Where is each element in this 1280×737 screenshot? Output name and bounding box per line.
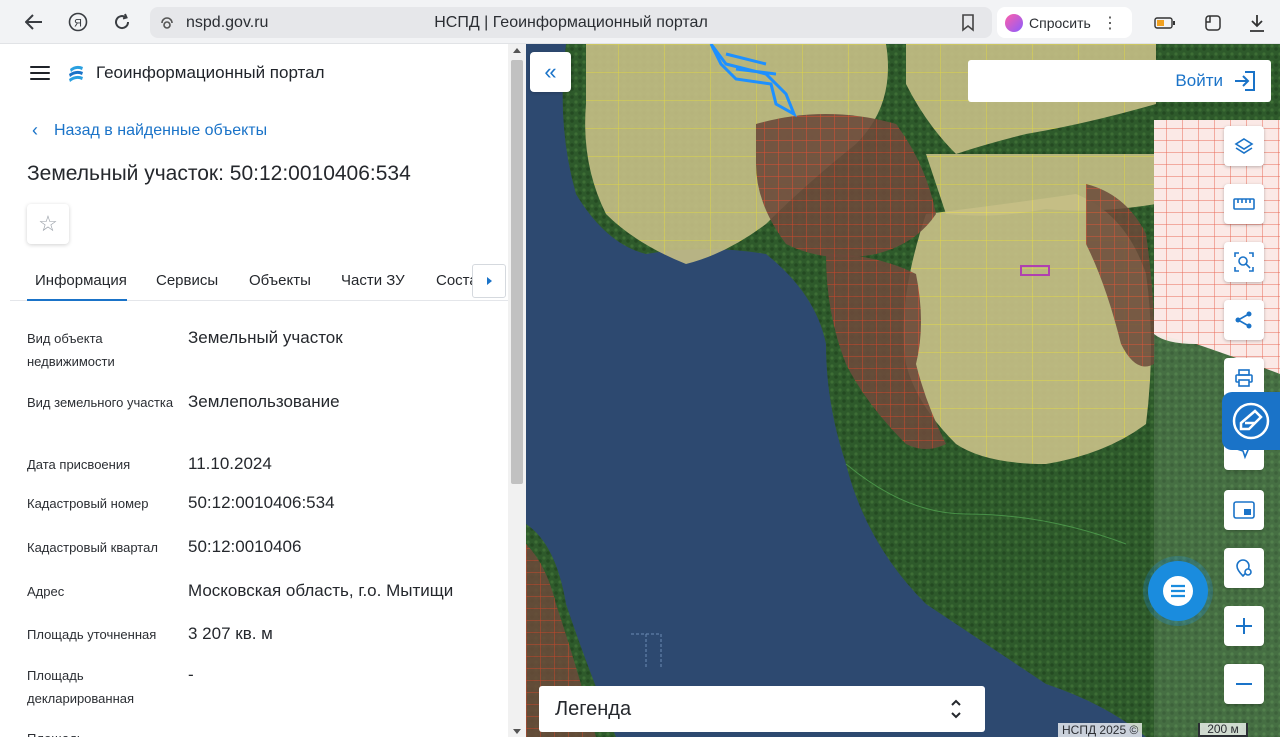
print-icon	[1235, 369, 1253, 387]
chat-icon	[1163, 576, 1193, 606]
collapse-panel-button[interactable]: «	[530, 52, 571, 92]
ruler-button[interactable]	[1224, 184, 1264, 224]
property-label: Вид земельного участка	[27, 395, 174, 410]
alice-icon	[1005, 13, 1023, 32]
select-area-icon	[1234, 252, 1254, 272]
chevron-left-icon: ‹	[32, 120, 38, 140]
scroll-up-icon[interactable]	[513, 48, 521, 53]
location-button[interactable]	[1224, 548, 1264, 588]
object-info-panel: Геоинформационный портал ‹ Назад в найде…	[10, 44, 526, 737]
star-icon: ☆	[38, 211, 58, 236]
portal-name[interactable]: Геоинформационный портал	[96, 63, 325, 83]
gosuslugi-feedback-button[interactable]	[1222, 392, 1280, 450]
login-icon[interactable]	[1233, 70, 1257, 92]
reload-icon[interactable]	[104, 4, 140, 40]
property-label: Вид объекта недвижимости	[27, 331, 115, 369]
tab-services[interactable]: Сервисы	[156, 264, 218, 301]
map-copyright: НСПД 2025 ©	[1058, 723, 1143, 737]
login-label[interactable]: Войти	[1175, 71, 1223, 91]
property-label: Кадастровый квартал	[27, 540, 158, 555]
share-button[interactable]	[1224, 300, 1264, 340]
zoom-in-icon	[1236, 618, 1252, 634]
page-title-text: НСПД | Геоинформационный портал	[434, 13, 708, 31]
layers-button[interactable]	[1224, 126, 1264, 166]
property-value: Московская область, г.о. Мытищи	[188, 581, 454, 600]
portal-header: Геоинформационный портал	[10, 44, 508, 102]
chevron-updown-icon	[951, 699, 961, 719]
portal-logo-icon	[69, 65, 83, 82]
url-text[interactable]: nspd.gov.ru	[186, 14, 268, 32]
ask-button[interactable]: Спросить ⋮	[997, 7, 1132, 38]
tab-information[interactable]: Информация	[27, 264, 127, 301]
panel-scrollbar[interactable]	[508, 44, 526, 737]
ruler-icon	[1233, 198, 1255, 210]
download-icon[interactable]	[1246, 12, 1268, 34]
ask-label: Спросить	[1029, 14, 1091, 31]
battery-icon[interactable]	[1154, 12, 1176, 34]
share-icon	[1235, 311, 1252, 329]
browser-toolbar: Я nspd.gov.ru НСПД | Геоинформационный п…	[0, 0, 1280, 44]
scrollbar-thumb[interactable]	[511, 60, 523, 484]
legend-label: Легенда	[555, 697, 632, 720]
object-title: Земельный участок: 50:12:0010406:534	[27, 162, 411, 185]
property-value: 50:12:0010406:534	[188, 493, 335, 512]
select-area-button[interactable]	[1224, 242, 1264, 282]
back-to-results-link[interactable]: ‹ Назад в найденные объекты	[32, 120, 267, 141]
property-label: Площадь	[27, 727, 177, 737]
layers-icon	[1234, 138, 1254, 154]
info-tabs: Информация Сервисы Объекты Части ЗУ Сост…	[10, 264, 508, 301]
property-label: Площадь декларированная	[27, 668, 135, 706]
property-value: -	[188, 727, 194, 737]
svg-text:Я: Я	[74, 17, 82, 29]
property-label: Кадастровый номер	[27, 496, 149, 511]
minimap-button[interactable]	[1224, 490, 1264, 530]
lock-icon	[160, 16, 174, 30]
property-value: 11.10.2024	[188, 454, 272, 473]
zoom-out-icon	[1236, 683, 1252, 685]
map-scale-bar: 200 м	[1198, 723, 1248, 737]
scroll-down-icon[interactable]	[513, 729, 521, 734]
menu-icon[interactable]	[30, 66, 50, 80]
property-label: Площадь уточненная	[27, 627, 157, 642]
minimap-icon	[1233, 501, 1255, 519]
legend-dropdown[interactable]: Легенда	[539, 686, 985, 732]
tab-parts[interactable]: Части ЗУ	[341, 264, 405, 301]
property-label: Адрес	[27, 584, 65, 599]
login-bar[interactable]: Войти	[968, 60, 1271, 102]
chat-button[interactable]	[1148, 561, 1208, 621]
favorite-star-button[interactable]: ☆	[27, 204, 69, 244]
property-value: -	[188, 665, 194, 684]
property-value: Земельный участок	[188, 328, 343, 347]
arrow-right-icon	[486, 277, 492, 285]
address-bar[interactable]: nspd.gov.ru НСПД | Геоинформационный пор…	[150, 7, 992, 38]
gosuslugi-icon	[1232, 402, 1270, 440]
tab-objects[interactable]: Объекты	[249, 264, 311, 301]
property-value: 50:12:0010406	[188, 537, 302, 556]
extensions-icon[interactable]	[1202, 12, 1224, 34]
double-chevron-left-icon: «	[544, 59, 557, 84]
yandex-icon[interactable]: Я	[60, 4, 96, 40]
bookmark-icon[interactable]	[958, 13, 978, 33]
location-icon	[1236, 559, 1252, 578]
property-label: Дата присвоения	[27, 457, 131, 472]
back-arrow-icon[interactable]	[16, 4, 52, 40]
tabs-scroll-right-button[interactable]	[472, 264, 506, 298]
back-link-label: Назад в найденные объекты	[54, 121, 268, 139]
zoom-out-button[interactable]	[1224, 664, 1264, 704]
more-menu-icon[interactable]: ⋮	[1102, 13, 1118, 33]
property-value: Землепользование	[188, 392, 340, 411]
map-view[interactable]: « Войти Легенда НСПД 2025 © 200 м	[526, 44, 1280, 737]
property-value: 3 207 кв. м	[188, 624, 273, 643]
zoom-in-button[interactable]	[1224, 606, 1264, 646]
satellite-map-image[interactable]	[526, 44, 1280, 737]
